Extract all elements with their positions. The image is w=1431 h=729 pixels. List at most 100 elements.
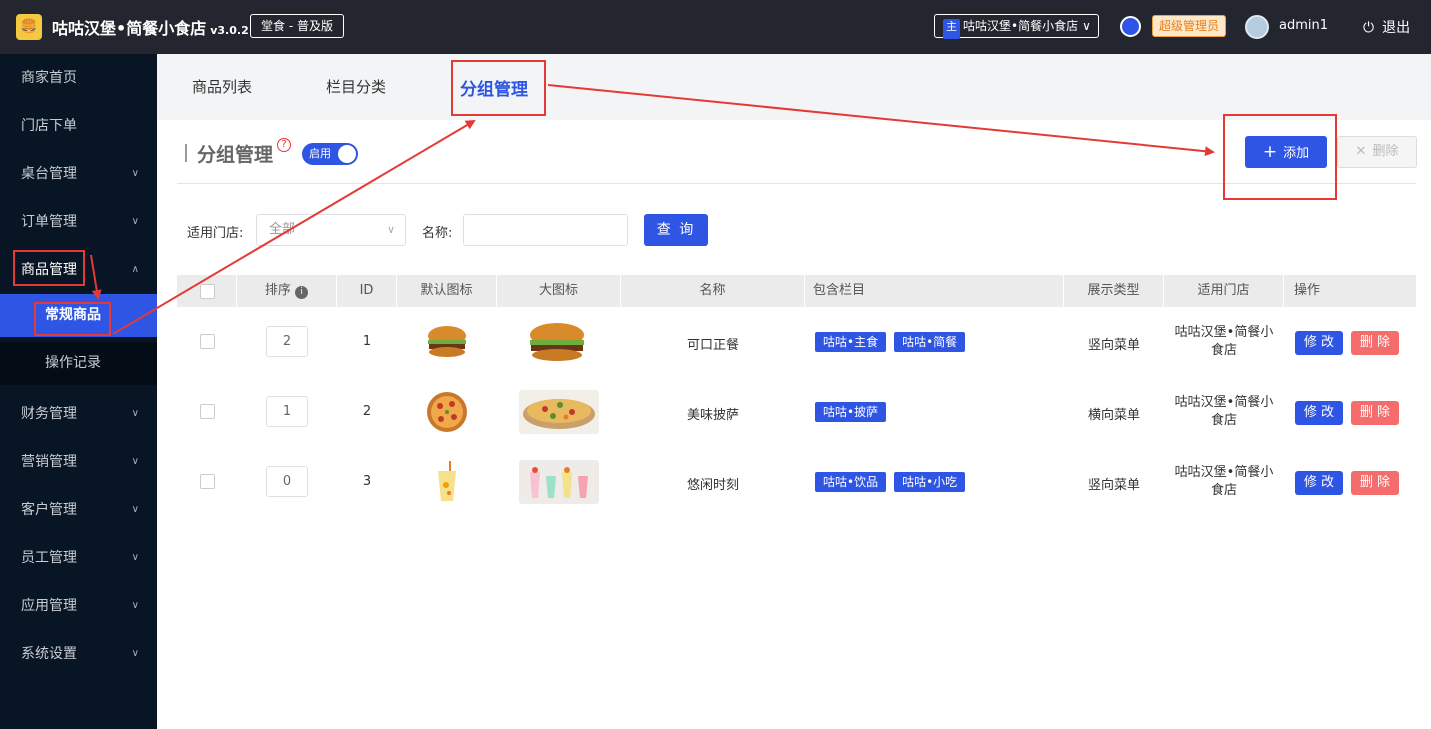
- sidebar-item-tables[interactable]: 桌台管理 ∨: [0, 150, 157, 198]
- name-filter-input[interactable]: [463, 214, 628, 246]
- sidebar-item-label: 桌台管理: [21, 166, 77, 182]
- column-header: 大图标: [497, 275, 621, 307]
- top-bar: 🍔 咕咕汉堡•简餐小食店 v3.0.2 堂食 - 普及版 主咕咕汉堡•简餐小食店 ∨…: [0, 0, 1431, 54]
- query-button[interactable]: 查 询: [644, 214, 708, 246]
- row-tags: 咕咕•饮品 咕咕•小吃: [815, 472, 973, 492]
- sidebar-item-orders[interactable]: 订单管理 ∨: [0, 198, 157, 246]
- sidebar-item-store-order[interactable]: 门店下单: [0, 102, 157, 150]
- edit-button[interactable]: 修 改: [1295, 331, 1343, 355]
- username[interactable]: admin1: [1279, 18, 1328, 33]
- delete-button[interactable]: ✕ 删除: [1337, 136, 1417, 168]
- sidebar-item-staff[interactable]: 员工管理 ∨: [0, 534, 157, 582]
- delete-button-label: 删除: [1372, 144, 1399, 159]
- highlight-box-regular-products: [34, 302, 111, 336]
- column-header: 排序 i: [237, 275, 337, 307]
- row-tags: 咕咕•主食 咕咕•简餐: [815, 332, 973, 352]
- category-tag: 咕咕•简餐: [894, 332, 966, 352]
- row-name: 悠闲时刻: [686, 478, 739, 493]
- delete-row-button[interactable]: 删 除: [1351, 401, 1399, 425]
- app-title: 咕咕汉堡•简餐小食店 v3.0.2: [52, 19, 249, 38]
- store-filter-label: 适用门店:: [187, 226, 244, 241]
- sidebar-item-label: 订单管理: [21, 214, 77, 230]
- table-header: 排序 i ID 默认图标 大图标 名称 包含栏目 展示类型 适用门店 操作: [177, 275, 1416, 307]
- help-icon[interactable]: ?: [277, 138, 291, 152]
- highlight-box-products: [13, 250, 85, 286]
- column-header: 默认图标: [397, 275, 497, 307]
- sidebar-item-label: 员工管理: [21, 550, 77, 566]
- theme-dot-icon[interactable]: [1120, 16, 1141, 37]
- category-tag: 咕咕•小吃: [894, 472, 966, 492]
- row-checkbox[interactable]: [200, 474, 215, 489]
- row-checkbox[interactable]: [200, 334, 215, 349]
- sidebar-subitem-label: 操作记录: [45, 355, 101, 371]
- title-bar-divider: [185, 144, 187, 162]
- edit-button[interactable]: 修 改: [1295, 471, 1343, 495]
- logo-burger-icon: 🍔: [16, 14, 42, 40]
- chevron-down-icon: ∨: [131, 408, 139, 419]
- sidebar-item-finance[interactable]: 财务管理 ∨: [0, 390, 157, 438]
- chevron-down-icon: ∨: [131, 552, 139, 563]
- store-selector[interactable]: 主咕咕汉堡•简餐小食店 ∨: [934, 14, 1099, 39]
- row-display-type: 竖向菜单: [1087, 478, 1140, 493]
- delete-row-button[interactable]: 删 除: [1351, 331, 1399, 355]
- chevron-down-icon: ∨: [131, 600, 139, 611]
- store-filter-value: 全部: [269, 222, 296, 237]
- pizza-large-icon: [519, 390, 599, 434]
- sort-input[interactable]: 0: [266, 466, 308, 497]
- category-tag: 咕咕•主食: [815, 332, 887, 352]
- chevron-down-icon: ∨: [131, 504, 139, 515]
- row-store: 咕咕汉堡•简餐小食店: [1174, 325, 1274, 358]
- drinks-large-icon: [519, 460, 599, 504]
- role-badge: 超级管理员: [1152, 15, 1227, 37]
- page-title: 分组管理: [197, 144, 274, 166]
- info-icon: i: [295, 286, 309, 299]
- burger-large-icon: [525, 320, 589, 364]
- tab-product-list[interactable]: 商品列表: [192, 76, 252, 97]
- sidebar-item-label: 客户管理: [21, 502, 77, 518]
- sidebar-item-home[interactable]: 商家首页: [0, 54, 157, 102]
- row-name: 美味披萨: [686, 408, 739, 423]
- pizza-icon: [424, 390, 470, 434]
- delete-row-button[interactable]: 删 除: [1351, 471, 1399, 495]
- sidebar-item-label: 商家首页: [21, 70, 77, 86]
- row-name: 可口正餐: [686, 338, 739, 353]
- column-header: 名称: [621, 275, 805, 307]
- avatar[interactable]: [1245, 15, 1269, 39]
- table-row: 2 1 可口正餐 咕咕•主食 咕咕•简餐 竖向菜单 咕咕汉堡•简餐小食店 修 改 …: [177, 307, 1416, 377]
- row-display-type: 竖向菜单: [1087, 338, 1140, 353]
- select-all-checkbox[interactable]: [200, 284, 215, 299]
- tab-category[interactable]: 栏目分类: [326, 76, 386, 97]
- row-id: 1: [362, 334, 372, 349]
- sidebar-item-label: 应用管理: [21, 598, 77, 614]
- store-main-tag: 主: [943, 19, 960, 39]
- logout-button[interactable]: ⏻ 退出: [1363, 17, 1410, 37]
- sidebar-item-apps[interactable]: 应用管理 ∨: [0, 582, 157, 630]
- sidebar: 商家首页 门店下单 桌台管理 ∨ 订单管理 ∨ 商品管理 ∧ 常规商品 操作记录 财务…: [0, 54, 157, 729]
- chevron-down-icon: ∨: [386, 223, 395, 236]
- sort-input[interactable]: 1: [266, 396, 308, 427]
- burger-icon: [424, 320, 470, 364]
- sidebar-subitem-operation-log[interactable]: 操作记录: [0, 342, 157, 385]
- row-checkbox[interactable]: [200, 404, 215, 419]
- edition-badge[interactable]: 堂食 - 普及版: [250, 14, 344, 38]
- row-display-type: 横向菜单: [1087, 408, 1140, 423]
- app-version: v3.0.2: [210, 24, 249, 37]
- store-filter-select[interactable]: 全部 ∨: [256, 214, 406, 246]
- power-icon: ⏻: [1363, 20, 1375, 36]
- sidebar-item-marketing[interactable]: 营销管理 ∨: [0, 438, 157, 486]
- sort-input[interactable]: 2: [266, 326, 308, 357]
- column-header: 展示类型: [1064, 275, 1164, 307]
- column-header: 包含栏目: [805, 275, 1064, 307]
- edit-button[interactable]: 修 改: [1295, 401, 1343, 425]
- table-row: 0 3 悠闲时刻 咕咕•饮品 咕咕•小吃 竖向菜单 咕咕汉堡•简餐小食店 修 改 …: [177, 447, 1416, 517]
- sidebar-item-customers[interactable]: 客户管理 ∨: [0, 486, 157, 534]
- chevron-up-icon: ∧: [131, 264, 139, 275]
- chevron-down-icon: ∨: [131, 216, 139, 227]
- logout-label: 退出: [1382, 20, 1411, 36]
- sidebar-item-label: 财务管理: [21, 406, 77, 422]
- highlight-box-group-tab: [451, 60, 546, 116]
- sidebar-item-settings[interactable]: 系统设置 ∨: [0, 630, 157, 678]
- enable-toggle[interactable]: 启用: [302, 143, 358, 165]
- category-tag: 咕咕•披萨: [815, 402, 887, 422]
- sidebar-item-label: 门店下单: [21, 118, 77, 134]
